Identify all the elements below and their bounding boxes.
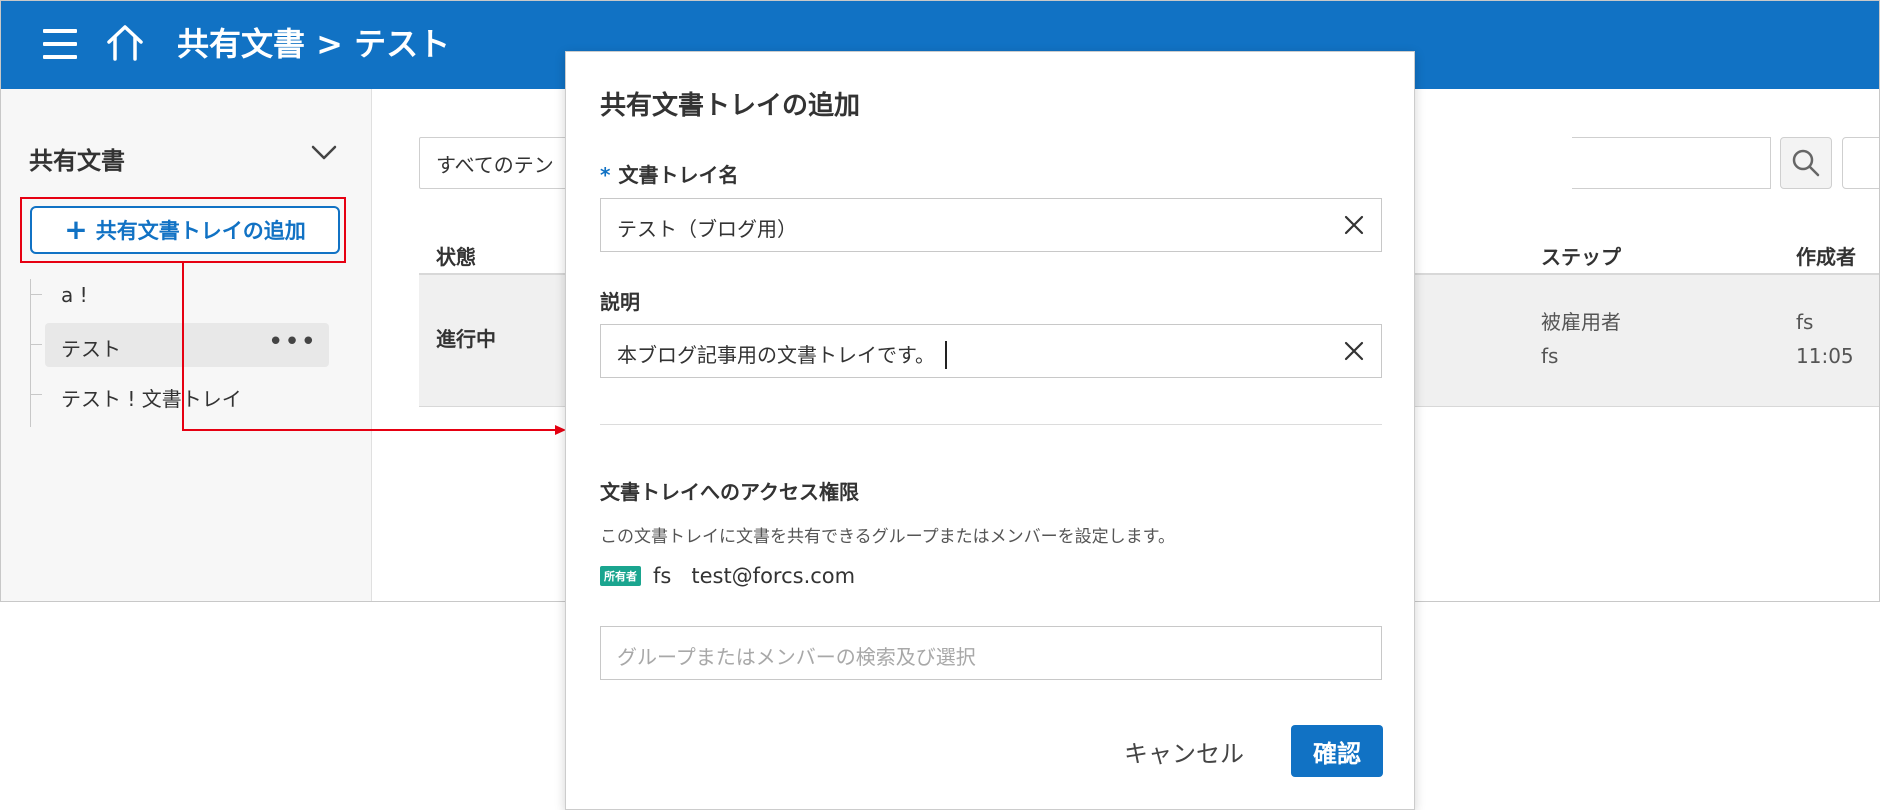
description-value: 本ブログ記事用の文書トレイです。 [617,343,935,367]
chevron-down-icon[interactable] [311,145,337,165]
access-description: この文書トレイに文書を共有できるグループまたはメンバーを設定します。 [600,527,1175,547]
owner-entry: 所有者 fs test@forcs.com [600,561,855,591]
tree-item-label: テスト ! 文書トレイ [61,387,242,411]
member-search-placeholder: グループまたはメンバーの検索及び選択 [617,645,976,669]
tree-item-test-tray[interactable]: テスト ! 文書トレイ [30,373,329,417]
owner-email: test@forcs.com [691,564,856,588]
required-mark: * [600,163,611,187]
tray-name-input[interactable]: テスト（ブログ用） [600,198,1382,252]
add-shared-tray-dialog: 共有文書トレイの追加 * 文書トレイ名 テスト（ブログ用） 説明 本ブログ記事用の… [565,51,1415,810]
tree-item-label: テスト [61,337,121,361]
tray-name-label-text: 文書トレイ名 [618,163,739,187]
description-input[interactable]: 本ブログ記事用の文書トレイです。 [600,324,1382,378]
member-search-input[interactable]: グループまたはメンバーの検索及び選択 [600,626,1382,680]
tray-name-value: テスト（ブログ用） [617,217,797,241]
description-label: 説明 [600,290,640,314]
column-header-creator[interactable]: 作成者 [1796,241,1856,270]
page-title: 共有文書 > テスト [177,25,451,63]
row-step-line2: fs [1541,344,1559,368]
description-value-wrap: 本ブログ記事用の文書トレイです。 [617,339,947,369]
search-icon [1792,149,1820,177]
toolbar-button[interactable] [1842,137,1879,189]
divider [600,424,1382,425]
home-icon[interactable] [105,23,145,67]
cancel-button[interactable]: キャンセル [1114,725,1254,777]
text-cursor [945,340,947,369]
owner-name: fs [653,564,672,588]
row-status: 進行中 [436,327,496,351]
column-header-step[interactable]: ステップ [1541,241,1621,270]
sidebar-header: 共有文書 [29,147,125,175]
tree-item-a[interactable]: a ! [30,273,329,317]
add-shared-tray-label: 共有文書トレイの追加 [95,219,306,243]
tree-item-label: a ! [61,283,88,307]
search-input[interactable] [1572,137,1771,189]
plus-icon: + [64,213,88,246]
add-shared-tray-button[interactable]: + 共有文書トレイの追加 [30,206,340,254]
access-title: 文書トレイへのアクセス権限 [600,480,859,504]
row-creator-line1: fs [1796,310,1814,334]
dialog-title: 共有文書トレイの追加 [600,91,861,121]
tree-tick [30,294,42,295]
tree-item-test[interactable]: テスト ••• [30,323,329,367]
tree-tick [30,344,42,345]
owner-badge: 所有者 [600,566,641,586]
tree-connector [30,279,31,427]
tree-tick [30,394,42,395]
hamburger-menu-icon[interactable] [43,29,77,59]
clear-icon[interactable] [1343,214,1365,240]
column-header-status[interactable]: 状態 [436,241,476,270]
row-creator-line2: 11:05 [1796,344,1854,368]
confirm-button[interactable]: 確認 [1291,725,1383,777]
clear-icon[interactable] [1343,340,1365,366]
more-options-icon[interactable]: ••• [268,327,317,357]
row-step-line1: 被雇用者 [1541,310,1621,334]
tray-name-label: * 文書トレイ名 [600,159,738,188]
search-button[interactable] [1780,137,1832,189]
sidebar: 共有文書 + 共有文書トレイの追加 a ! テスト ••• テスト ! 文書トレ… [1,89,372,601]
